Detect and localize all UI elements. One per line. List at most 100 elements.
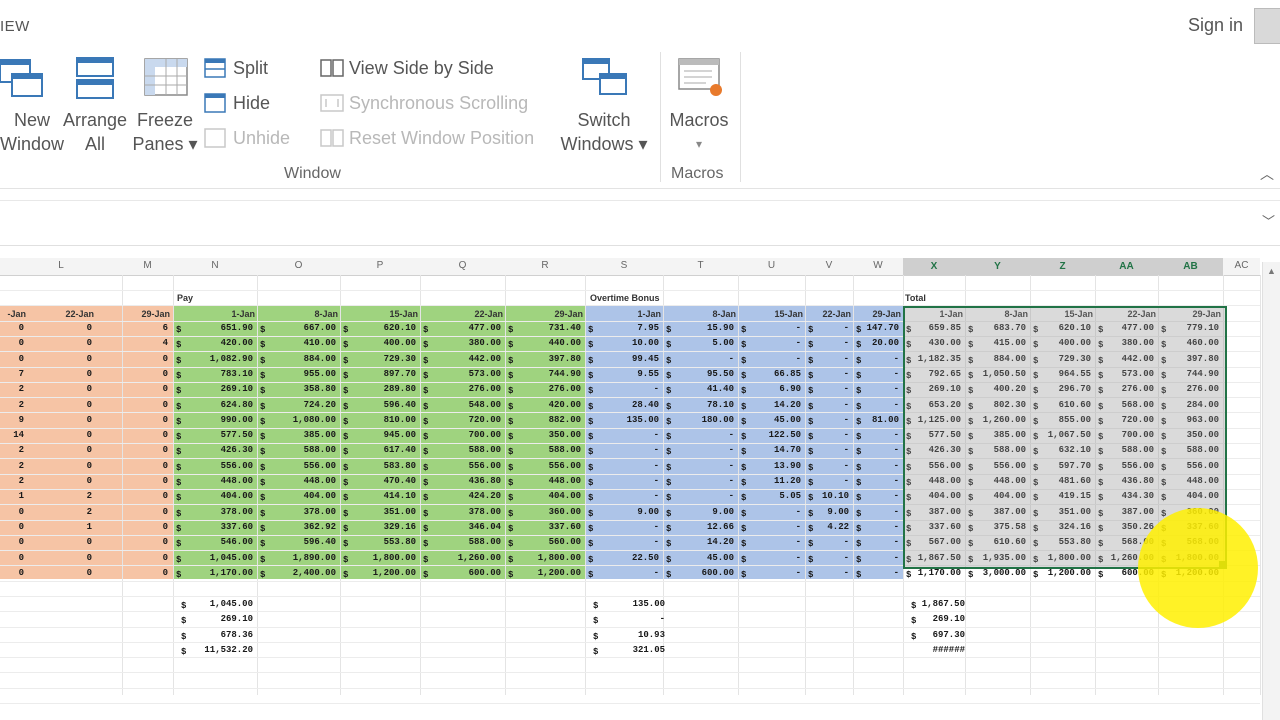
column-header-t[interactable]: T [663,260,738,271]
collapse-ribbon-icon[interactable]: ︿ [1260,164,1274,184]
cell-value: 289.80 [383,384,416,394]
column-header-aa[interactable]: AA [1095,258,1158,275]
currency-symbol: $ [508,402,514,412]
currency-symbol: $ [423,539,429,549]
summary-value: - [659,614,665,624]
currency-symbol: $ [260,570,266,580]
cell-value: - [893,507,899,517]
column-header-ac[interactable]: AC [1223,260,1260,271]
currency-symbol: $ [181,632,187,642]
column-header-y[interactable]: Y [965,258,1030,275]
cell-value: 135.00 [626,415,659,425]
cell-value: 600.00 [468,568,501,578]
column-header-ab[interactable]: AB [1158,258,1223,275]
cell-value: 588.00 [548,445,581,455]
vertical-scrollbar[interactable]: ▲ [1262,262,1280,720]
cell-value: 420.00 [548,400,581,410]
cell-value: 0 [162,354,168,364]
column-header-l[interactable]: L [0,260,122,271]
cell-value: 556.00 [220,461,253,471]
date-header: 1-Jan [637,309,661,319]
cell-value: 0 [86,430,92,440]
currency-symbol: $ [741,340,747,350]
cell-value: 651.90 [220,323,253,333]
currency-symbol: $ [343,371,349,381]
currency-symbol: $ [423,371,429,381]
cell-value: 1,260.00 [457,553,501,563]
grid-line [0,672,1260,673]
cell-value: 404.00 [220,491,253,501]
summary-value: 678.36 [220,630,253,640]
cell-value: 0 [162,491,168,501]
cell-value: 0 [162,400,168,410]
currency-symbol: $ [588,463,594,473]
currency-symbol: $ [856,570,862,580]
currency-symbol: $ [666,478,672,488]
currency-symbol: $ [666,371,672,381]
currency-symbol: $ [666,447,672,457]
column-header-z[interactable]: Z [1030,258,1095,275]
cell-value: - [893,354,899,364]
currency-symbol: $ [593,632,599,642]
currency-symbol: $ [968,570,974,580]
currency-symbol: $ [423,340,429,350]
cell-value: - [843,323,849,333]
currency-symbol: $ [508,340,514,350]
cell-value: 0 [162,568,168,578]
expand-formula-bar-icon[interactable]: ﹀ [1262,211,1275,230]
currency-symbol: $ [423,432,429,442]
cell-value: 13.90 [773,461,801,471]
cursor-highlight [1138,508,1258,628]
cell-value: 385.00 [303,430,336,440]
table-row[interactable]: 0 0 0 $1,170.00 $2,400.00 $1,200.00 $600.00 $1,… [0,568,1260,583]
cell-value: 424.20 [468,491,501,501]
currency-symbol: $ [808,478,814,488]
cell-value: - [653,461,659,471]
cell-value: 5.00 [712,338,734,348]
cell-value: 346.04 [468,522,501,532]
currency-symbol: $ [741,478,747,488]
cell-value: 724.20 [303,400,336,410]
currency-symbol: $ [260,447,266,457]
currency-symbol: $ [260,356,266,366]
cell-value: 945.00 [383,430,416,440]
cell-value: 378.00 [220,507,253,517]
cell-value: 0 [86,384,92,394]
currency-symbol: $ [593,601,599,611]
cell-value: 2 [18,384,24,394]
cell-value: - [893,400,899,410]
currency-symbol: $ [911,601,917,611]
cell-value: 78.10 [706,400,734,410]
column-header-p[interactable]: P [340,260,420,271]
currency-symbol: $ [741,417,747,427]
currency-symbol: $ [176,539,182,549]
date-header: 29-Jan [872,309,901,319]
scroll-up-arrow-icon[interactable]: ▲ [1267,266,1276,276]
cell-value: 2 [86,491,92,501]
worksheet-grid[interactable]: L M N O P Q R S T U V W X Y Z AA AB AC Pay Overtime Bonus… [0,0,1261,720]
cell-value: - [843,430,849,440]
cell-value: 0 [162,415,168,425]
cell-value: 0 [18,568,24,578]
currency-symbol: $ [343,417,349,427]
currency-symbol: $ [343,524,349,534]
date-header: 1-Jan [231,309,255,319]
currency-symbol: $ [181,601,187,611]
grid-line [0,688,1260,689]
column-header-x[interactable]: X [903,258,965,275]
column-header-o[interactable]: O [257,260,340,271]
cell-value: 0 [18,537,24,547]
cell-value: 588.00 [468,445,501,455]
column-header-r[interactable]: R [505,260,585,271]
column-header-w[interactable]: W [853,260,903,271]
cell-value: 0 [162,476,168,486]
currency-symbol: $ [856,340,862,350]
column-header-v[interactable]: V [805,260,853,271]
column-header-u[interactable]: U [738,260,805,271]
currency-symbol: $ [176,417,182,427]
column-header-s[interactable]: S [585,260,663,271]
column-header-q[interactable]: Q [420,260,505,271]
cell-value: - [843,461,849,471]
column-header-m[interactable]: M [122,260,173,271]
column-header-n[interactable]: N [173,260,257,271]
